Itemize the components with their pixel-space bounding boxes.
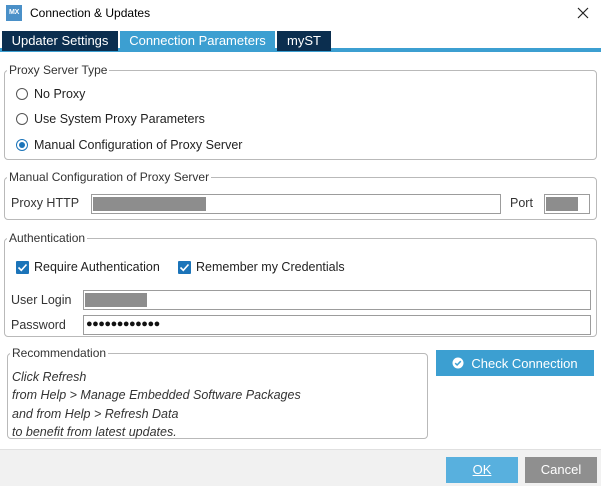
- manual-config-group: Manual Configuration of Proxy Server Pro…: [4, 169, 597, 220]
- check-circle-icon: [452, 357, 464, 369]
- app-icon: MX: [6, 5, 22, 21]
- authentication-group: Authentication Require Authentication Re…: [4, 230, 597, 337]
- radio-button[interactable]: [16, 139, 28, 151]
- password-label: Password: [11, 318, 66, 332]
- require-authentication-checkbox[interactable]: Require Authentication: [16, 258, 160, 276]
- port-input[interactable]: [544, 194, 590, 214]
- radio-system-proxy[interactable]: Use System Proxy Parameters: [16, 110, 205, 128]
- checkmark-icon: [179, 263, 190, 271]
- password-input[interactable]: ●●●●●●●●●●●●: [83, 315, 591, 335]
- radio-no-proxy[interactable]: No Proxy: [16, 85, 85, 103]
- authentication-legend: Authentication: [7, 230, 88, 246]
- checkbox-checked[interactable]: [16, 260, 29, 274]
- checkbox-checked[interactable]: [178, 260, 191, 274]
- tab-myst[interactable]: myST: [277, 31, 331, 51]
- redacted-value: [85, 293, 147, 307]
- close-button[interactable]: [573, 3, 593, 23]
- recommendation-line: Click Refresh: [12, 370, 87, 384]
- recommendation-line: and from Help > Refresh Data: [12, 406, 179, 421]
- checkmark-icon: [17, 263, 28, 271]
- tab-updater-settings[interactable]: Updater Settings: [2, 31, 118, 51]
- ok-button[interactable]: OK: [446, 457, 518, 483]
- password-value: ●●●●●●●●●●●●: [86, 318, 160, 330]
- remember-credentials-checkbox[interactable]: Remember my Credentials: [178, 258, 345, 276]
- radio-label: Manual Configuration of Proxy Server: [34, 138, 243, 152]
- checkbox-label: Require Authentication: [34, 260, 160, 274]
- check-connection-button[interactable]: Check Connection: [436, 350, 594, 376]
- radio-label: Use System Proxy Parameters: [34, 112, 205, 126]
- proxy-server-type-group: Proxy Server Type No Proxy Use System Pr…: [4, 62, 597, 160]
- redacted-value: [546, 197, 578, 211]
- ok-label: OK: [472, 462, 492, 477]
- redacted-value: [93, 197, 206, 211]
- recommendation-line: from Help > Manage Embedded Software Pac…: [12, 388, 301, 403]
- cancel-button[interactable]: Cancel: [525, 457, 597, 483]
- recommendation-text: Click Refresh from Help > Manage Embedde…: [12, 368, 301, 441]
- close-icon: [577, 7, 589, 19]
- title-bar: MX Connection & Updates: [0, 0, 601, 27]
- recommendation-legend: Recommendation: [10, 345, 109, 361]
- manual-config-legend: Manual Configuration of Proxy Server: [7, 169, 212, 185]
- window-title: Connection & Updates: [30, 6, 151, 20]
- radio-manual-proxy[interactable]: Manual Configuration of Proxy Server: [16, 136, 242, 154]
- proxy-http-label: Proxy HTTP: [11, 196, 80, 210]
- recommendation-line: to benefit from latest updates.: [12, 424, 177, 439]
- check-connection-label: Check Connection: [471, 355, 578, 371]
- proxy-http-input[interactable]: [91, 194, 501, 214]
- user-login-input[interactable]: [83, 290, 591, 310]
- proxy-server-type-legend: Proxy Server Type: [7, 62, 110, 78]
- port-label: Port: [510, 196, 533, 210]
- radio-label: No Proxy: [34, 87, 86, 101]
- tab-connection-parameters[interactable]: Connection Parameters: [120, 31, 275, 51]
- radio-button[interactable]: [16, 88, 28, 100]
- checkbox-label: Remember my Credentials: [196, 260, 345, 274]
- user-login-label: User Login: [11, 293, 72, 307]
- radio-button[interactable]: [16, 113, 28, 125]
- tab-bar: Updater Settings Connection Parameters m…: [0, 31, 601, 52]
- recommendation-group: Recommendation Click Refresh from Help >…: [7, 345, 428, 441]
